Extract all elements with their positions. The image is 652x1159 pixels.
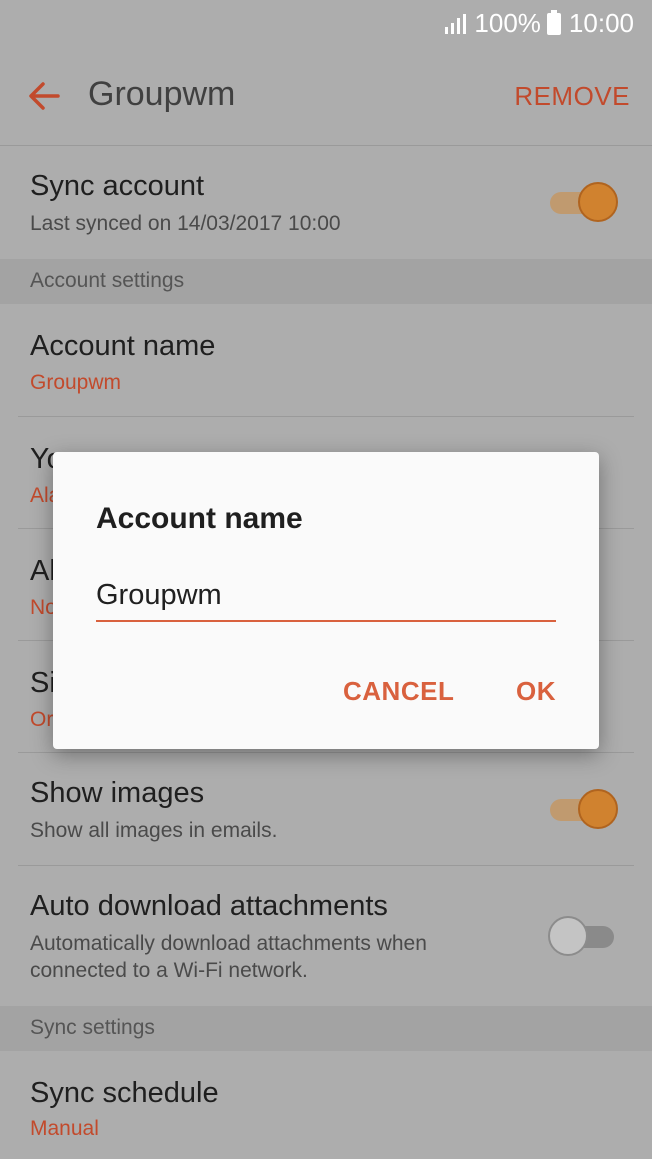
auto-download-row[interactable]: Auto download attachments Automatically … xyxy=(0,866,652,1005)
section-header-account-settings: Account settings xyxy=(0,259,652,304)
section-header-label: Account settings xyxy=(30,269,185,292)
section-header-label: Sync settings xyxy=(30,1016,155,1039)
page-title: Groupwm xyxy=(88,75,236,113)
show-images-subtitle: Show all images in emails. xyxy=(30,819,278,842)
row-subtitle-partial: Or xyxy=(30,708,54,731)
battery-percent: 100% xyxy=(474,8,541,38)
sync-account-title: Sync account xyxy=(30,170,205,202)
row-title-partial: Si xyxy=(30,667,56,699)
sync-account-toggle[interactable] xyxy=(548,180,620,224)
dialog-title: Account name xyxy=(96,502,303,535)
account-name-dialog: Account name CANCEL OK xyxy=(53,452,599,749)
show-images-toggle[interactable] xyxy=(548,787,620,831)
row-title-partial: Al xyxy=(30,555,56,587)
show-images-row[interactable]: Show images Show all images in emails. xyxy=(0,753,652,865)
sync-schedule-value: Manual xyxy=(30,1117,99,1140)
arrow-left-icon[interactable] xyxy=(26,78,62,114)
ok-button[interactable]: OK xyxy=(516,676,556,707)
show-images-title: Show images xyxy=(30,777,205,809)
auto-download-title: Auto download attachments xyxy=(30,890,388,922)
account-name-title: Account name xyxy=(30,330,216,362)
account-name-value: Groupwm xyxy=(30,371,122,394)
toggle-thumb xyxy=(578,789,618,829)
toggle-thumb xyxy=(548,916,588,956)
battery-icon xyxy=(546,9,561,35)
app-bar: Groupwm REMOVE xyxy=(0,48,652,146)
auto-download-subtitle-line1: Automatically download attachments when xyxy=(30,932,427,955)
account-name-row[interactable]: Account name Groupwm xyxy=(0,304,652,416)
sync-schedule-title: Sync schedule xyxy=(30,1077,219,1109)
auto-download-subtitle-line2: connected to a Wi-Fi network. xyxy=(30,959,308,982)
status-bar: 100% 10:00 xyxy=(0,0,652,48)
sync-schedule-row[interactable]: Sync schedule Manual xyxy=(0,1051,652,1159)
status-indicators: 100% 10:00 xyxy=(444,8,634,39)
account-name-input[interactable] xyxy=(96,570,556,622)
section-header-sync-settings: Sync settings xyxy=(0,1006,652,1051)
auto-download-toggle[interactable] xyxy=(548,914,620,958)
signal-icon xyxy=(445,13,467,34)
status-time: 10:00 xyxy=(568,8,634,38)
toggle-thumb xyxy=(578,182,618,222)
sync-account-row[interactable]: Sync account Last synced on 14/03/2017 1… xyxy=(0,146,652,258)
remove-button[interactable]: REMOVE xyxy=(514,81,630,112)
cancel-button[interactable]: CANCEL xyxy=(343,676,454,707)
sync-account-subtitle: Last synced on 14/03/2017 10:00 xyxy=(30,212,341,235)
